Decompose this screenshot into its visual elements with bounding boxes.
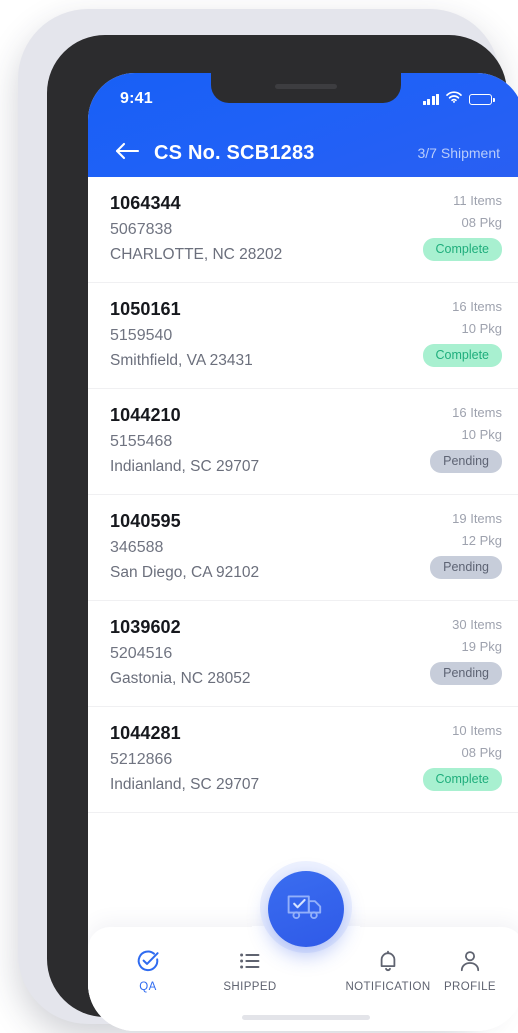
bottom-nav-items: QA SHIPPED NOTIFICATION PROFILE: [88, 949, 518, 1007]
shipment-row[interactable]: 1040595 346588 San Diego, CA 92102 19 Items…: [88, 495, 518, 601]
nav-label-profile: PROFILE: [443, 981, 496, 993]
phone-screen: 9:41 CS No. SCB1283 3/7 Shipment 1064344…: [88, 73, 518, 1031]
shipment-address: CHARLOTTE, NC 28202: [110, 246, 283, 263]
shipment-row[interactable]: 1044281 5212866 Indianland, SC 29707 10 Ite…: [88, 707, 518, 813]
shipment-row[interactable]: 1064344 5067838 CHARLOTTE, NC 28202 11 Item…: [88, 177, 518, 283]
shipment-row-right: 16 Items 10 Pkg Pending: [430, 405, 502, 474]
shipment-row-right: 16 Items 10 Pkg Complete: [422, 299, 502, 368]
shipment-reference: 5212866: [110, 751, 173, 768]
nav-item-qa[interactable]: QA: [108, 949, 188, 993]
status-badge: Complete: [422, 768, 502, 792]
shipment-row-right: 30 Items 19 Pkg Pending: [430, 617, 502, 686]
shipment-row[interactable]: 1044210 5155468 Indianland, SC 29707 16 Ite…: [88, 389, 518, 495]
shipment-package-count: 10 Pkg: [461, 427, 502, 442]
shipment-row[interactable]: 1039602 5204516 Gastonia, NC 28052 30 Items…: [88, 601, 518, 707]
nav-label-notification: NOTIFICATION: [345, 981, 431, 993]
status-badge: Pending: [430, 450, 502, 474]
shipment-row[interactable]: 1050161 5159540 Smithfield, VA 23431 16 Ite…: [88, 283, 518, 389]
wifi-icon: [446, 90, 462, 108]
shipment-item-count: 19 Items: [452, 511, 502, 526]
shipment-reference: 5067838: [110, 221, 173, 238]
shipment-row-left: 1050161 5159540 Smithfield, VA 23431: [110, 299, 253, 370]
shipment-package-count: 08 Pkg: [461, 215, 502, 230]
shipment-package-count: 12 Pkg: [461, 533, 502, 548]
nav-label-shipped: SHIPPED: [223, 981, 277, 993]
phone-bezel: 9:41 CS No. SCB1283 3/7 Shipment 1064344…: [47, 35, 518, 1031]
shipment-item-count: 16 Items: [452, 299, 502, 314]
shipment-address: Gastonia, NC 28052: [110, 670, 251, 687]
home-indicator: [242, 1015, 370, 1020]
shipment-package-count: 10 Pkg: [461, 321, 502, 336]
shipment-row-left: 1044281 5212866 Indianland, SC 29707: [110, 723, 259, 794]
shipment-id: 1039602: [110, 617, 181, 637]
list-icon: [238, 949, 262, 973]
shipment-reference: 5159540: [110, 327, 173, 344]
fab-shipment-button[interactable]: [268, 871, 344, 947]
signal-bars-icon: [422, 93, 439, 105]
page-title: CS No. SCB1283: [154, 141, 315, 164]
shipment-row-left: 1044210 5155468 Indianland, SC 29707: [110, 405, 259, 476]
shipment-id: 1044210: [110, 405, 181, 425]
shipment-row-right: 19 Items 12 Pkg Pending: [430, 511, 502, 580]
shipment-item-count: 16 Items: [452, 405, 502, 420]
shipment-address: Indianland, SC 29707: [110, 458, 260, 475]
shipment-id: 1040595: [110, 511, 181, 531]
shipment-row-left: 1064344 5067838 CHARLOTTE, NC 28202: [110, 193, 282, 264]
title-bar: CS No. SCB1283 3/7 Shipment: [88, 129, 518, 177]
status-time: 9:41: [120, 90, 153, 107]
shipment-item-count: 30 Items: [452, 617, 502, 632]
person-icon: [458, 949, 482, 973]
shipment-row-left: 1040595 346588 San Diego, CA 92102: [110, 511, 259, 582]
shipment-reference: 346588: [110, 539, 164, 556]
arrow-left-icon: [114, 141, 140, 166]
shipment-id: 1050161: [110, 299, 181, 319]
status-badge: Complete: [422, 344, 502, 368]
shipment-id: 1064344: [110, 193, 181, 213]
status-badge: Pending: [430, 556, 502, 580]
nav-item-shipped[interactable]: SHIPPED: [210, 949, 290, 993]
phone-frame: 9:41 CS No. SCB1283 3/7 Shipment 1064344…: [18, 9, 518, 1031]
shipment-id: 1044281: [110, 723, 181, 743]
battery-icon: [469, 93, 495, 105]
shipment-package-count: 19 Pkg: [461, 639, 502, 654]
status-badge: Pending: [430, 662, 502, 686]
shipment-row-right: 11 Items 08 Pkg Complete: [422, 193, 502, 262]
status-icons: [422, 90, 495, 108]
shipment-package-count: 08 Pkg: [461, 745, 502, 760]
status-badge: Complete: [422, 238, 502, 262]
shipment-item-count: 10 Items: [452, 723, 502, 738]
shipment-counter: 3/7 Shipment: [417, 145, 501, 161]
nav-item-profile[interactable]: PROFILE: [430, 949, 510, 993]
delivery-truck-check-icon: [286, 891, 326, 928]
bell-icon: [376, 949, 400, 973]
shipment-item-count: 11 Items: [453, 193, 502, 208]
check-circle-icon: [136, 949, 160, 973]
back-button[interactable]: [112, 138, 142, 168]
nav-label-qa: QA: [139, 981, 157, 993]
status-bar: 9:41: [88, 86, 518, 112]
shipment-address: San Diego, CA 92102: [110, 564, 260, 581]
shipment-reference: 5204516: [110, 645, 173, 662]
shipment-address: Smithfield, VA 23431: [110, 352, 253, 369]
shipment-reference: 5155468: [110, 433, 173, 450]
nav-item-notification[interactable]: NOTIFICATION: [345, 949, 431, 993]
shipment-row-left: 1039602 5204516 Gastonia, NC 28052: [110, 617, 250, 688]
shipment-address: Indianland, SC 29707: [110, 776, 260, 793]
shipment-row-right: 10 Items 08 Pkg Complete: [422, 723, 502, 792]
